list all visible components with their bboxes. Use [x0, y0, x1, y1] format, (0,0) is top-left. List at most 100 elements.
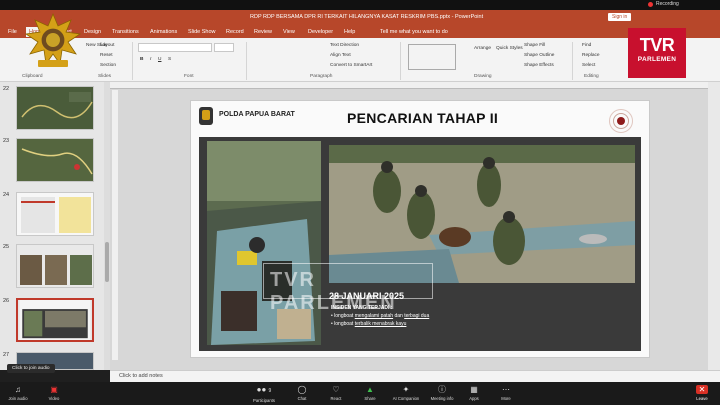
apps-button[interactable]: ▦ Apps: [456, 385, 492, 401]
slide-thumbnail-25[interactable]: [16, 244, 94, 288]
sign-in-button[interactable]: Sign in: [608, 13, 632, 21]
shapes-gallery[interactable]: [408, 44, 456, 70]
slide-date[interactable]: 28 JANUARI 2025: [329, 291, 404, 301]
chat-button[interactable]: ◯ Chat: [284, 385, 320, 401]
dpr-emblem-icon: [24, 12, 82, 67]
notes-pane[interactable]: Click to add notes: [110, 370, 720, 382]
ribbon-tabs: File Home Insert Design Transitions Anim…: [0, 26, 720, 38]
editor-scrollbar[interactable]: [708, 82, 720, 370]
shadow-button[interactable]: S: [168, 57, 171, 62]
slide-title[interactable]: PENCARIAN TAHAP II: [347, 110, 498, 126]
meeting-info-button[interactable]: ⓘ Meeting info: [424, 385, 460, 401]
notes-placeholder: Click to add notes: [119, 373, 163, 379]
slide-content-panel: TVR PARLEMEN 28 JANUARI 2025 INSIDEN YAN…: [199, 137, 641, 351]
logo-brand-text: TVR: [639, 35, 675, 55]
slide-thumbnail-26[interactable]: [16, 298, 94, 342]
reset-button[interactable]: Reset: [100, 53, 113, 58]
chat-icon: ◯: [297, 385, 307, 394]
section-button[interactable]: Section: [100, 63, 116, 68]
tab-slide-show[interactable]: Slide Show: [188, 29, 216, 35]
quick-styles-button[interactable]: Quick Styles: [496, 46, 523, 51]
tab-review[interactable]: Review: [254, 29, 272, 35]
incident-heading[interactable]: INSIDEN YANG TERJADI :: [331, 305, 392, 311]
tab-file[interactable]: File: [8, 29, 17, 35]
logo-sub-text: PARLEMEN: [637, 56, 677, 63]
text-direction-button[interactable]: Text Direction: [330, 43, 359, 48]
share-button[interactable]: ▲ Share: [352, 385, 388, 401]
group-label-font: Font: [184, 74, 194, 79]
current-slide[interactable]: POLDA PAPUA BARAT PENCARIAN TAHAP II TVR…: [190, 100, 650, 358]
thumb-number: 24: [3, 192, 10, 198]
apps-icon: ▦: [470, 385, 478, 394]
find-button[interactable]: Find: [582, 43, 591, 48]
screen: Recording RDP RDP BERSAMA DPR RI TERKAIT…: [0, 0, 720, 405]
thumb-number: 26: [3, 298, 10, 304]
arrange-button[interactable]: Arrange: [474, 46, 491, 51]
replace-button[interactable]: Replace: [582, 53, 600, 58]
join-audio-button[interactable]: ♫ Join audio: [0, 385, 36, 401]
thumb-number: 27: [3, 352, 10, 358]
bullet-text: dan: [393, 313, 405, 319]
tell-me-search[interactable]: Tell me what you want to do: [380, 29, 448, 35]
zoom-meeting-toolbar: ♫ Join audio ▣ Video ●● 9 Participants ◯ Cha…: [0, 382, 720, 405]
tab-view[interactable]: View: [283, 29, 295, 35]
participants-button[interactable]: ●● 9 Participants: [246, 385, 282, 403]
share-screen-icon: ▲: [366, 385, 374, 394]
ribbon-separator: [572, 42, 573, 80]
tab-design[interactable]: Design: [84, 29, 101, 35]
leave-icon: ✕: [696, 385, 708, 394]
tab-transitions[interactable]: Transitions: [112, 29, 139, 35]
ai-companion-button[interactable]: ✦ AI Companion: [388, 385, 424, 401]
slide-thumbnail-23[interactable]: [16, 138, 94, 182]
tab-developer[interactable]: Developer: [308, 29, 333, 35]
font-name-box[interactable]: [138, 43, 212, 52]
shape-outline-button[interactable]: Shape Outline: [524, 53, 554, 58]
thumb-number: 25: [3, 244, 10, 250]
video-off-icon: ▣: [50, 385, 58, 394]
underline-button[interactable]: U: [158, 57, 161, 62]
headphones-icon: ♫: [15, 385, 21, 394]
react-button[interactable]: ♡ React: [318, 385, 354, 401]
more-icon: ⋯: [502, 385, 510, 394]
align-text-button[interactable]: Align Text: [330, 53, 351, 58]
select-button[interactable]: Select: [582, 63, 595, 68]
leave-button[interactable]: ✕ Leave: [684, 385, 720, 401]
italic-button[interactable]: I: [150, 57, 151, 62]
vertical-ruler: [112, 90, 118, 360]
tab-help[interactable]: Help: [344, 29, 355, 35]
video-button[interactable]: ▣ Video: [36, 385, 72, 401]
ribbon-separator: [246, 42, 247, 80]
bullet-underlined-text: terbalik menabrak kayu: [354, 321, 407, 327]
incident-bullet[interactable]: • longboat terbalik menabrak kayu: [331, 321, 406, 327]
slide-thumbnails-pane: 22 23 24 25 26 27: [0, 82, 110, 370]
polda-logo-icon: [199, 107, 213, 125]
thumb-number: 23: [3, 138, 10, 144]
layout-button[interactable]: Layout: [100, 43, 114, 48]
zoom-top-bar: Recording: [0, 0, 720, 10]
horizontal-ruler: [110, 82, 708, 89]
slide-thumbnail-22[interactable]: [16, 86, 94, 130]
shape-fill-button[interactable]: Shape Fill: [524, 43, 545, 48]
font-size-box[interactable]: [214, 43, 234, 52]
group-label-slides: Slides: [98, 74, 112, 79]
incident-bullet[interactable]: • longboat mengalami patah dan terbagi d…: [331, 313, 429, 319]
slide-thumbnail-24[interactable]: [16, 192, 94, 236]
more-button[interactable]: ⋯ More: [488, 385, 524, 401]
tab-record[interactable]: Record: [226, 29, 244, 35]
tab-animations[interactable]: Animations: [150, 29, 177, 35]
bullet-text: longboat: [334, 321, 355, 327]
bullet-underlined-text: mengalami patah: [354, 313, 394, 319]
ribbon-separator: [400, 42, 401, 80]
ribbon-separator: [132, 42, 133, 80]
bold-button[interactable]: B: [140, 57, 143, 62]
recording-label: Recording: [656, 1, 679, 7]
sparkle-icon: ✦: [402, 385, 410, 394]
bullet-text: longboat: [334, 313, 355, 319]
shape-effects-button[interactable]: Shape Effects: [524, 63, 554, 68]
group-label-paragraph: Paragraph: [310, 74, 333, 79]
ribbon: New Slide Layout Reset Section B I U S T…: [0, 38, 720, 82]
scrollbar-thumb[interactable]: [105, 242, 109, 282]
slide-org-label: POLDA PAPUA BARAT: [219, 111, 295, 118]
smartart-button[interactable]: Convert to SmartArt: [330, 63, 372, 68]
tvr-parlemen-logo: TVR PARLEMEN: [628, 28, 686, 78]
